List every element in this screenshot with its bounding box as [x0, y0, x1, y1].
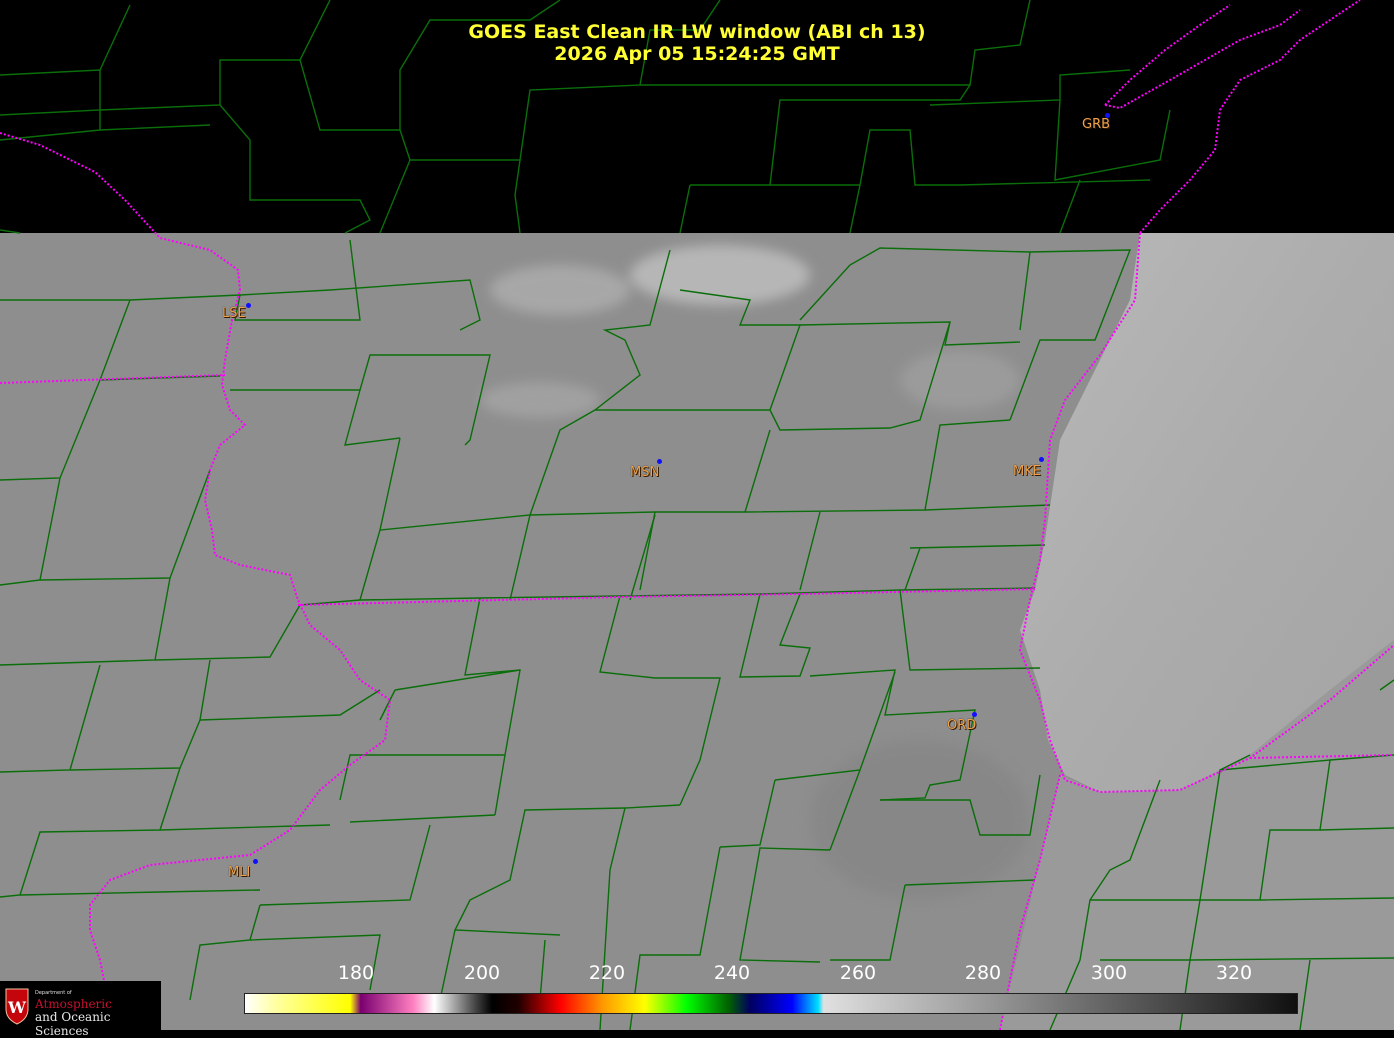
colorbar-tick-220: 220 [588, 962, 626, 984]
station-dot-mke [1039, 457, 1044, 462]
colorbar-tick-180: 180 [337, 962, 375, 984]
station-dot-msn [657, 459, 662, 464]
colorbar-tick-300: 300 [1090, 962, 1128, 984]
station-dot-mli [253, 859, 258, 864]
svg-text:W: W [7, 998, 27, 1017]
logo-line2-text: and Oceanic Sciences [35, 1010, 111, 1038]
colorbar-tick-280: 280 [964, 962, 1002, 984]
station-dot-lse [246, 303, 251, 308]
map-title: GOES East Clean IR LW window (ABI ch 13) [468, 21, 926, 43]
station-label-lse: LSE [222, 306, 246, 321]
station-label-ord: ORD [947, 718, 977, 733]
aos-logo: W Department of Atmospheric and Oceanic … [0, 981, 161, 1038]
map-timestamp: 2026 Apr 05 15:24:25 GMT [554, 43, 840, 65]
station-label-grb: GRB [1082, 117, 1111, 132]
uw-crest-icon: W [5, 988, 29, 1025]
dark-patch [810, 740, 1030, 900]
colorbar-tick-240: 240 [713, 962, 751, 984]
station-dot-ord [972, 712, 977, 717]
station-label-msn: MSN [630, 465, 660, 480]
colorbar-tick-260: 260 [839, 962, 877, 984]
colorbar-tick-200: 200 [463, 962, 501, 984]
colorbar-tick-320: 320 [1215, 962, 1253, 984]
temperature-colorbar [244, 993, 1298, 1014]
logo-dept-text: Department of [35, 990, 72, 996]
station-label-mke: MKE [1013, 464, 1041, 479]
logo-line1-text: Atmospheric [35, 997, 112, 1011]
station-label-mli: MLI [228, 865, 251, 880]
satellite-map [0, 0, 1394, 1030]
